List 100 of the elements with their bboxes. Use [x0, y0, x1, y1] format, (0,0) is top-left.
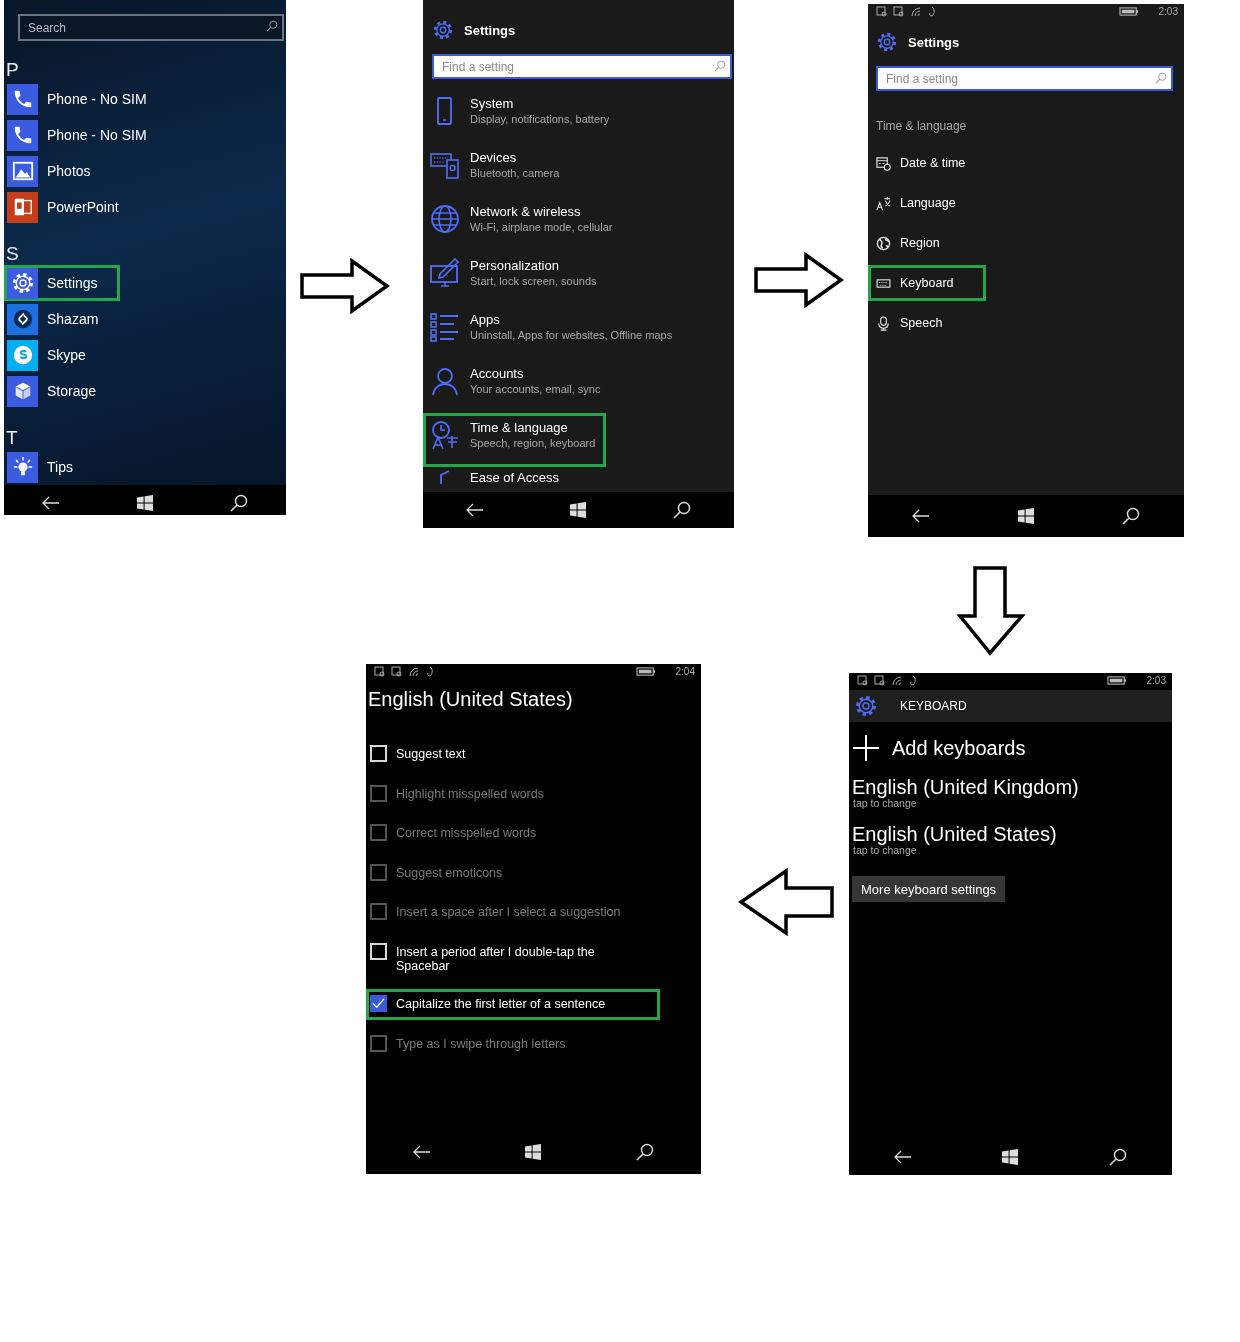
time-language-option[interactable]: Date & time [868, 145, 986, 181]
left-arrow-icon [738, 868, 834, 936]
app-list-item[interactable]: Phone - No SIM [4, 81, 156, 117]
bracket-icon [440, 470, 450, 485]
time-language-option[interactable]: Region [868, 225, 986, 261]
app-list-item[interactable]: Storage [4, 373, 120, 409]
category-description: Your accounts, email, sync [470, 382, 601, 397]
category-description: Display, notifications, battery [470, 112, 610, 127]
language-name: English (United Kingdom) [852, 776, 1079, 798]
index-letter: T [5, 427, 18, 449]
settings-category[interactable]: Network & wireless Wi-Fi, airplane mode, cellular [423, 197, 624, 251]
settings-category[interactable]: System Display, notifications, battery [423, 89, 621, 143]
time-language-option[interactable]: Keyboard [868, 265, 986, 301]
right-arrow-icon [300, 258, 390, 314]
search-icon[interactable] [1122, 507, 1140, 525]
category-title: Apps [470, 312, 501, 328]
clock-time: 2:04 [675, 665, 695, 677]
category-title: Personalization [470, 258, 560, 274]
back-arrow-icon[interactable] [466, 503, 485, 517]
back-arrow-icon[interactable] [413, 1145, 432, 1159]
app-list-item[interactable]: Shazam [4, 301, 120, 337]
settings-category[interactable]: Devices Bluetooth, camera [423, 143, 571, 197]
app-list-item[interactable]: Photos [4, 153, 120, 189]
search-field[interactable]: Search [18, 14, 284, 41]
keyboard-icon [876, 277, 891, 289]
translate-icon [876, 195, 891, 211]
page-title: KEYBOARD [900, 699, 967, 713]
page-title: English (United States) [368, 688, 573, 711]
right-arrow-icon [754, 252, 844, 308]
back-arrow-icon[interactable] [894, 1150, 913, 1164]
category-description: Wi-Fi, airplane mode, cellular [470, 220, 613, 235]
checkbox[interactable] [370, 995, 387, 1012]
search-icon[interactable] [1108, 1148, 1127, 1166]
windows-logo-icon[interactable] [137, 495, 153, 511]
settings-category[interactable]: Personalization Start, lock screen, sounds [423, 251, 608, 305]
checkbox-option[interactable]: Insert a period after I double-tap the Spacebar [366, 936, 660, 981]
category-description: Start, lock screen, sounds [470, 274, 597, 289]
settings-category[interactable]: Ease of Access [423, 467, 570, 489]
microphone-icon [876, 315, 891, 331]
category-title: Ease of Access [470, 470, 559, 486]
category-title: Network & wireless [470, 204, 582, 220]
battery-icon [1106, 675, 1127, 685]
checkbox-option[interactable]: Suggest text [366, 739, 660, 770]
gear-icon [432, 19, 454, 41]
search-icon[interactable] [635, 1143, 654, 1161]
more-keyboard-settings-button[interactable]: More keyboard settings [852, 876, 1006, 902]
settings-category[interactable]: Time & language Speech, region, keyboard [423, 413, 607, 467]
app-list-item[interactable]: Settings [4, 265, 120, 301]
plus-icon [852, 734, 880, 762]
back-arrow-icon[interactable] [912, 509, 930, 523]
language-name: English (United States) [852, 823, 1057, 845]
keyboard-speaker-icon [430, 150, 460, 180]
person-icon [430, 366, 460, 396]
globe-icon [430, 204, 460, 234]
category-description: Speech, region, keyboard [470, 436, 596, 451]
gear-icon [876, 31, 898, 53]
windows-logo-icon[interactable] [525, 1144, 542, 1160]
back-arrow-icon[interactable] [42, 496, 61, 510]
app-list-item[interactable]: Skype [4, 337, 120, 373]
app-list-item[interactable]: PowerPoint [4, 189, 128, 225]
search-icon [1155, 72, 1167, 84]
gear-icon [854, 694, 878, 718]
category-description: Uninstall, Apps for websites, Offline maps [470, 328, 673, 343]
category-title: Accounts [470, 366, 525, 382]
search-icon [266, 20, 278, 32]
search-field[interactable]: Find a setting [432, 54, 732, 79]
time-language-option[interactable]: Speech [868, 305, 986, 341]
calendar-clock-icon [876, 155, 891, 171]
search-icon[interactable] [672, 501, 691, 519]
index-letter: S [5, 243, 19, 265]
time-language-option[interactable]: Language [868, 185, 986, 221]
windows-logo-icon[interactable] [1002, 1149, 1019, 1165]
keyboard-language-item[interactable]: English (United States) tap to change [852, 823, 1057, 856]
globe-icon [876, 235, 891, 251]
list-icon [430, 312, 460, 342]
hint-text: tap to change [853, 798, 918, 809]
hint-text: tap to change [853, 845, 918, 856]
windows-logo-icon[interactable] [570, 502, 587, 518]
monitor-brush-icon [430, 258, 460, 288]
page-title: Settings [908, 34, 960, 50]
add-keyboards-link[interactable]: Add keyboards [852, 734, 1026, 762]
clock-time: 2:03 [1158, 5, 1178, 17]
down-arrow-icon [957, 566, 1025, 656]
clock-language-icon [430, 420, 460, 450]
category-description: Bluetooth, camera [470, 166, 560, 181]
windows-logo-icon[interactable] [1018, 508, 1034, 524]
search-field[interactable]: Find a setting [876, 66, 1173, 91]
battery-icon [635, 666, 656, 676]
search-icon[interactable] [229, 494, 248, 512]
app-list-item[interactable]: Tips [4, 449, 120, 485]
search-icon [714, 60, 726, 72]
index-letter: P [5, 59, 19, 81]
app-list-item[interactable]: Phone - No SIM [4, 117, 156, 153]
checkbox-option[interactable]: Capitalize the first letter of a sentence [366, 989, 660, 1020]
category-title: Time & language [470, 420, 569, 436]
keyboard-language-item[interactable]: English (United Kingdom) tap to change [852, 776, 1079, 809]
page-title: Settings [464, 22, 516, 38]
settings-category[interactable]: Accounts Your accounts, email, sync [423, 359, 612, 413]
settings-category[interactable]: Apps Uninstall, Apps for websites, Offline maps [423, 305, 684, 359]
section-heading: Time & language [876, 119, 967, 133]
